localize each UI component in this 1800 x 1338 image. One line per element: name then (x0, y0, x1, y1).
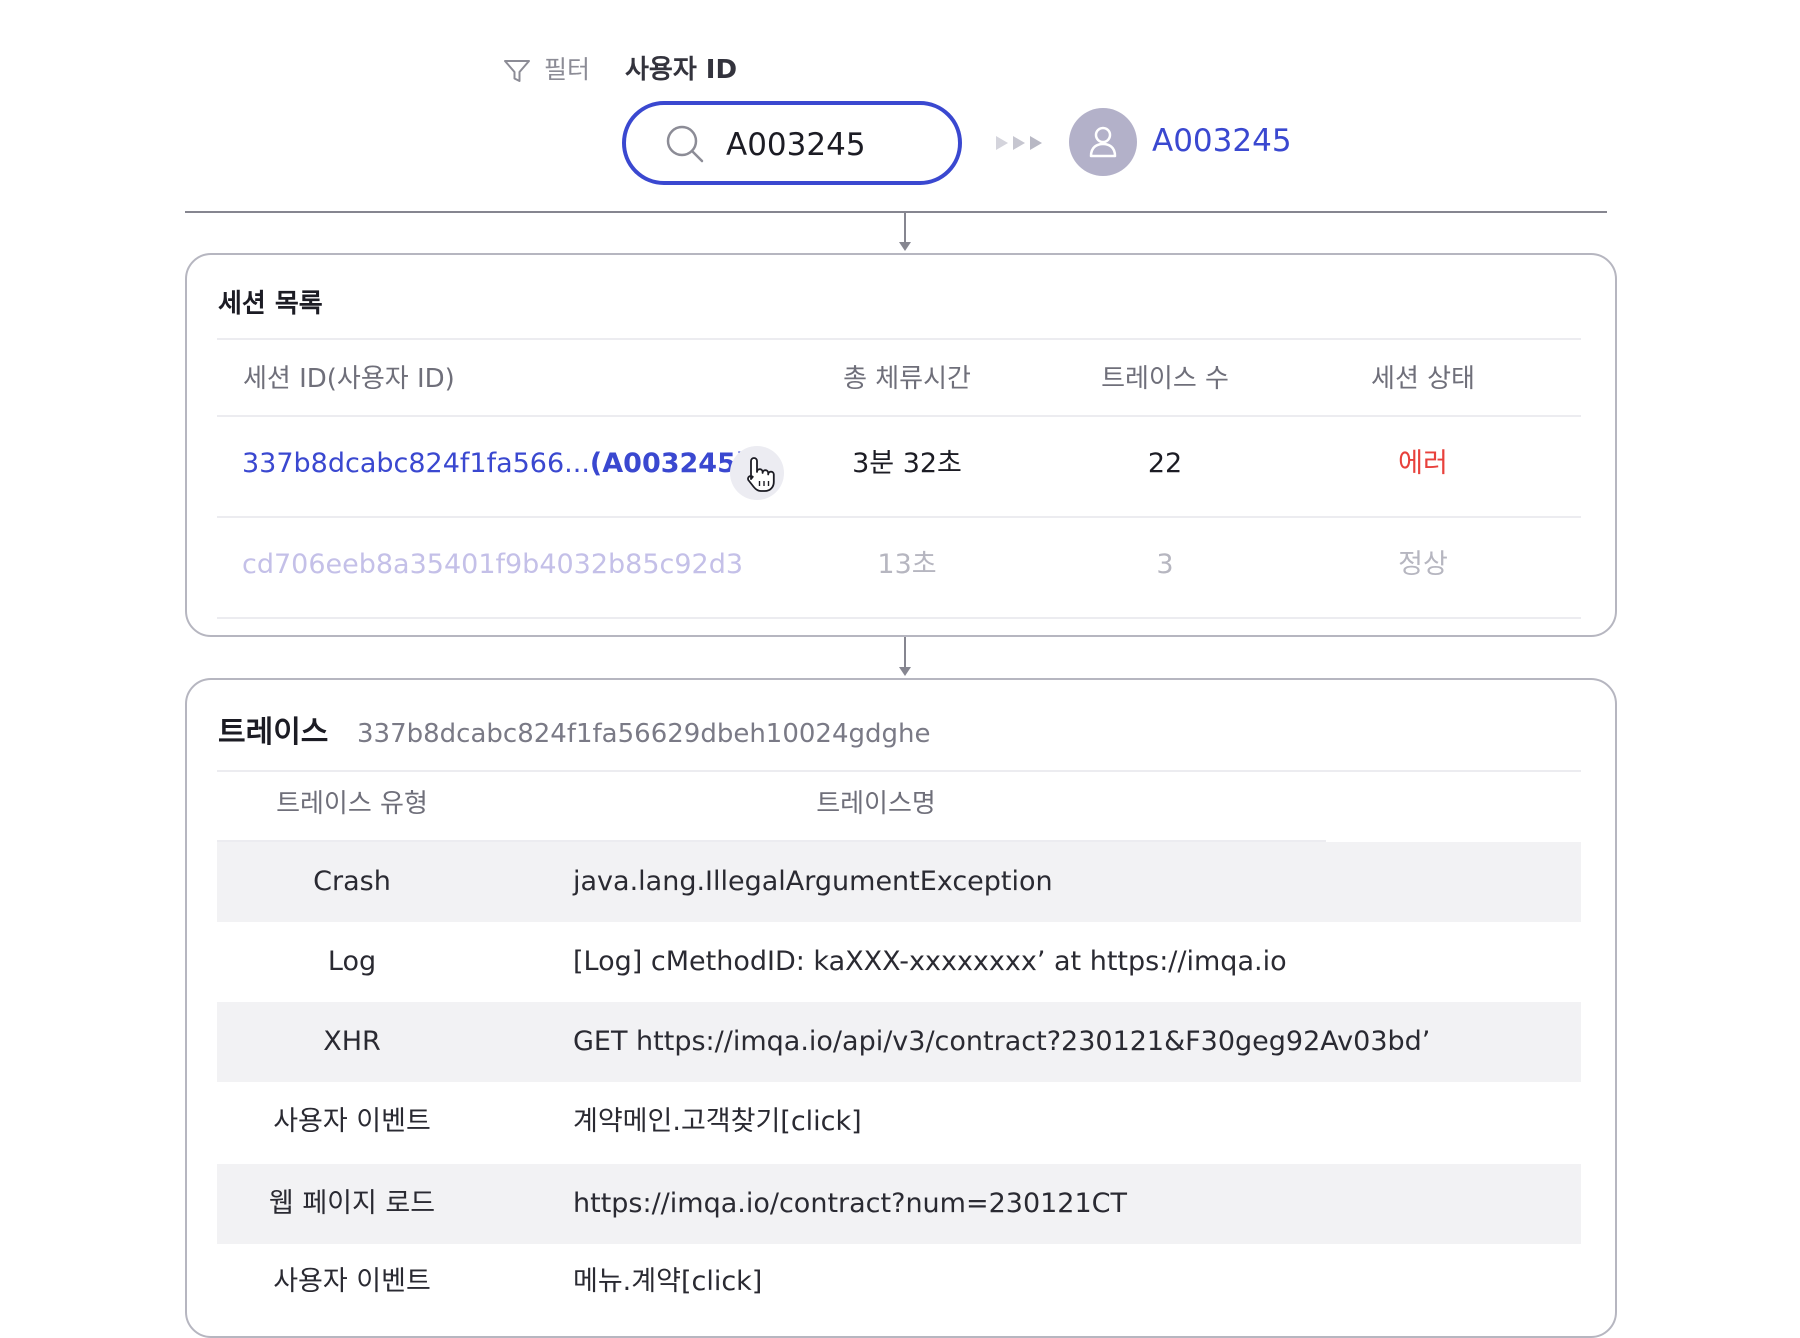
session-id-link[interactable]: 337b8dcabc824f1fa566...(A003245) (242, 445, 748, 483)
divider (217, 415, 1581, 417)
column-header-trace-type: 트레이스 유형 (276, 789, 428, 819)
session-id-link[interactable]: cd706eeb8a35401f9b4032b85c92d3 (242, 546, 743, 584)
divider (217, 617, 1581, 619)
connector-arrow-icon (899, 242, 911, 251)
session-trace-count: 3 (1156, 549, 1174, 580)
user-icon (1089, 126, 1117, 158)
column-header-trace-name: 트레이스명 (816, 789, 936, 819)
trace-type: 웹 페이지 로드 (268, 1188, 436, 1219)
trace-type: XHR (323, 1026, 381, 1057)
table-row[interactable]: Crash java.lang.IllegalArgumentException (217, 842, 1581, 922)
connector-line (904, 637, 906, 667)
session-list-panel: 세션 목록 세션 ID(사용자 ID) 총 체류시간 트레이스 수 세션 상태 … (185, 253, 1617, 637)
hand-pointer-icon (730, 446, 784, 500)
trace-session-id: 337b8dcabc824f1fa56629dbeh10024gdghe (357, 719, 931, 749)
divider (217, 770, 1581, 772)
user-id-result-link[interactable]: A003245 (1152, 120, 1292, 162)
trace-name: 계약메인.고객찾기[click] (573, 1106, 862, 1137)
divider (217, 338, 1581, 340)
table-row[interactable]: 사용자 이벤트 계약메인.고객찾기[click] (217, 1082, 1581, 1162)
column-header-session-status: 세션 상태 (1371, 364, 1475, 394)
table-row[interactable]: 웹 페이지 로드 https://imqa.io/contract?num=23… (217, 1164, 1581, 1244)
session-user-id-text[interactable]: (A003245) (590, 448, 748, 479)
divider (217, 516, 1581, 518)
session-duration: 3분 32초 (852, 448, 962, 479)
session-status-badge: 에러 (1398, 448, 1448, 479)
search-icon (664, 123, 706, 165)
session-duration: 13초 (877, 549, 937, 580)
trace-type: Log (327, 946, 377, 977)
trace-type: Crash (313, 866, 391, 897)
trace-name: java.lang.IllegalArgumentException (573, 866, 1053, 897)
session-id-text[interactable]: 337b8dcabc824f1fa566... (242, 448, 590, 479)
trace-panel: 트레이스 337b8dcabc824f1fa56629dbeh10024gdgh… (185, 678, 1617, 1338)
divider (185, 211, 1607, 213)
trace-type: 사용자 이벤트 (273, 1106, 431, 1137)
session-trace-count: 22 (1147, 448, 1183, 479)
trace-name: https://imqa.io/contract?num=230121CT (573, 1188, 1128, 1219)
connector-line (904, 213, 906, 242)
search-input-value[interactable]: A003245 (726, 125, 866, 165)
trace-name: GET https://imqa.io/api/v3/contract?2301… (573, 1026, 1431, 1057)
column-header-trace-count: 트레이스 수 (1101, 364, 1229, 394)
forward-arrows-icon (994, 132, 1046, 154)
user-id-search-input[interactable]: A003245 (622, 101, 962, 185)
trace-name: [Log] cMethodID: kaXXX-xxxxxxxx’ at http… (573, 946, 1287, 977)
session-status-badge: 정상 (1398, 549, 1448, 580)
filter-label: 필터 (544, 55, 591, 84)
trace-name: 메뉴.계약[click] (573, 1266, 763, 1297)
trace-type: 사용자 이벤트 (273, 1266, 431, 1297)
user-id-field-label: 사용자 ID (625, 55, 738, 85)
session-list-title: 세션 목록 (218, 289, 323, 319)
table-row[interactable]: 사용자 이벤트 메뉴.계약[click] (217, 1242, 1581, 1322)
user-avatar (1069, 108, 1137, 176)
column-header-duration: 총 체류시간 (843, 364, 971, 394)
trace-title: 트레이스 (218, 715, 329, 750)
connector-arrow-icon (899, 667, 911, 676)
table-row[interactable]: Log [Log] cMethodID: kaXXX-xxxxxxxx’ at … (217, 922, 1581, 1002)
table-row[interactable]: XHR GET https://imqa.io/api/v3/contract?… (217, 1002, 1581, 1082)
filter-icon (502, 56, 532, 86)
column-header-session-id: 세션 ID(사용자 ID) (243, 364, 455, 394)
